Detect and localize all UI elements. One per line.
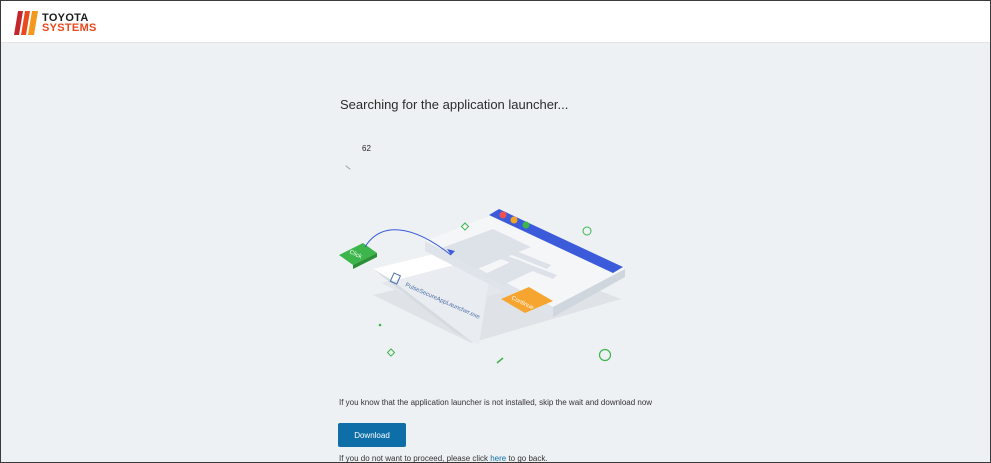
- page-title: Searching for the application launcher..…: [340, 97, 569, 112]
- logo-line-2: SYSTEMS: [42, 22, 97, 34]
- launcher-illustration: PulseSecureAppLauncher.exe Continue Clic…: [339, 209, 625, 364]
- decor-circle-icon-2: [598, 348, 612, 362]
- page-header: TOYOTA SYSTEMS: [1, 1, 990, 43]
- toyota-systems-logo: TOYOTA SYSTEMS: [13, 11, 97, 35]
- countdown-timer: 62: [362, 144, 371, 153]
- go-back-text: If you do not want to proceed, please cl…: [339, 454, 548, 463]
- decor-circle-icon: [582, 226, 592, 236]
- go-back-suffix: to go back.: [506, 454, 548, 463]
- window-dot-green: [522, 221, 530, 229]
- go-back-prefix: If you do not want to proceed, please cl…: [339, 454, 491, 463]
- click-badge: Click: [339, 243, 377, 269]
- logo-text: TOYOTA SYSTEMS: [42, 13, 97, 34]
- go-back-link[interactable]: here: [490, 454, 506, 462]
- spinner-icon: [345, 165, 351, 170]
- window-dot-red: [499, 211, 507, 219]
- skip-message: If you know that the application launche…: [339, 398, 653, 407]
- decor-diamond-icon-2: [386, 348, 396, 357]
- decor-dot-icon: [378, 323, 382, 327]
- decor-line-icon: [496, 357, 504, 364]
- launcher-content: Searching for the application launcher..…: [1, 43, 990, 463]
- browser-viewport: TOYOTA SYSTEMS Searching for the applica…: [0, 0, 991, 463]
- toyota-systems-logo-icon: [14, 11, 38, 35]
- window-dot-orange: [510, 216, 518, 224]
- download-button[interactable]: Download: [338, 423, 406, 447]
